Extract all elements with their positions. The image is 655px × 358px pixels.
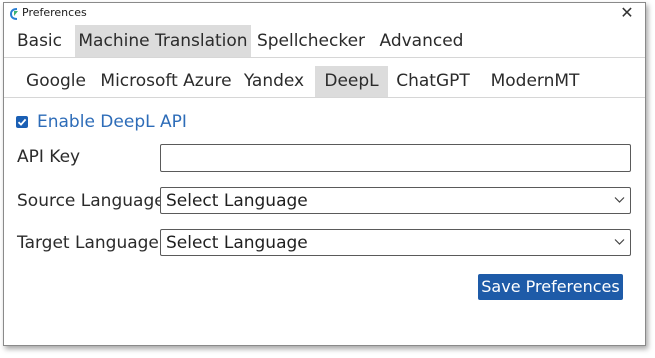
tab-google[interactable]: Google: [16, 66, 96, 97]
preferences-window: Preferences ✕ Basic Machine Translation …: [3, 2, 646, 346]
target-language-select[interactable]: Select Language: [160, 229, 631, 256]
tab-microsoft-azure[interactable]: Microsoft Azure: [96, 66, 236, 97]
source-language-select[interactable]: Select Language: [160, 187, 631, 214]
tab-chatgpt[interactable]: ChatGPT: [390, 66, 476, 97]
target-language-value: Select Language: [166, 233, 308, 253]
app-icon: [8, 6, 20, 20]
tab-modernmt[interactable]: ModernMT: [482, 66, 588, 97]
tab-machine-translation[interactable]: Machine Translation: [75, 25, 251, 57]
title-bar: Preferences ✕: [4, 3, 645, 23]
chevron-down-icon: [614, 239, 625, 245]
main-tab-bar: Basic Machine Translation Spellchecker A…: [4, 25, 645, 58]
window-title: Preferences: [22, 6, 87, 19]
enable-deepl-label[interactable]: Enable DeepL API: [37, 110, 187, 134]
close-icon[interactable]: ✕: [619, 4, 635, 21]
tab-spellchecker[interactable]: Spellchecker: [253, 25, 369, 57]
api-key-label: API Key: [17, 147, 81, 167]
tab-deepl[interactable]: DeepL: [315, 66, 388, 97]
source-language-label: Source Language: [17, 191, 165, 211]
chevron-down-icon: [614, 197, 625, 203]
enable-deepl-row: Enable DeepL API: [16, 110, 187, 134]
enable-deepl-checkbox[interactable]: [16, 116, 28, 128]
checkmark-icon: [17, 118, 27, 126]
save-preferences-button[interactable]: Save Preferences: [478, 274, 623, 300]
target-language-label: Target Language: [17, 233, 159, 253]
tab-basic[interactable]: Basic: [4, 25, 75, 57]
tab-yandex[interactable]: Yandex: [240, 66, 308, 97]
tab-advanced[interactable]: Advanced: [374, 25, 469, 57]
api-key-input[interactable]: [160, 144, 631, 172]
source-language-value: Select Language: [166, 191, 308, 211]
provider-tab-bar: Google Microsoft Azure Yandex DeepL Chat…: [4, 65, 645, 98]
